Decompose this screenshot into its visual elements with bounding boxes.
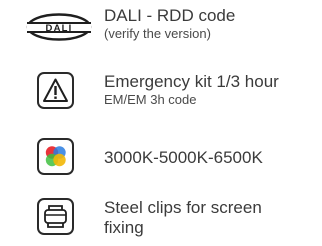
dali-logo-text: DALI <box>46 23 73 34</box>
steel-clip-icon <box>37 198 74 235</box>
emergency-text: Emergency kit 1/3 hour EM/EM 3h code <box>104 72 279 108</box>
feature-emergency: Emergency kit 1/3 hour EM/EM 3h code <box>0 70 322 118</box>
feature-label: Steel clips for screen <box>104 198 262 217</box>
color-temperature-text: 3000K-5000K-6500K <box>104 148 263 168</box>
feature-dali: DALI DALI - RDD code (verify the version… <box>0 6 322 54</box>
color-temperature-icon <box>37 138 74 175</box>
dali-logo-icon: DALI <box>26 13 92 41</box>
feature-label: Emergency kit 1/3 hour <box>104 72 279 91</box>
feature-steel-clips: Steel clips for screen fixing <box>0 196 322 244</box>
feature-sublabel: (verify the version) <box>104 26 211 41</box>
dali-text: DALI - RDD code (verify the version) <box>104 6 235 42</box>
warning-triangle-icon <box>37 72 74 109</box>
feature-label: 3000K-5000K-6500K <box>104 148 263 167</box>
feature-color-temperature: 3000K-5000K-6500K <box>0 136 322 180</box>
feature-sublabel: EM/EM 3h code <box>104 92 197 107</box>
feature-label-line2: fixing <box>104 218 144 237</box>
steel-clips-text: Steel clips for screen fixing <box>104 198 262 238</box>
feature-label: DALI - RDD code <box>104 6 236 25</box>
